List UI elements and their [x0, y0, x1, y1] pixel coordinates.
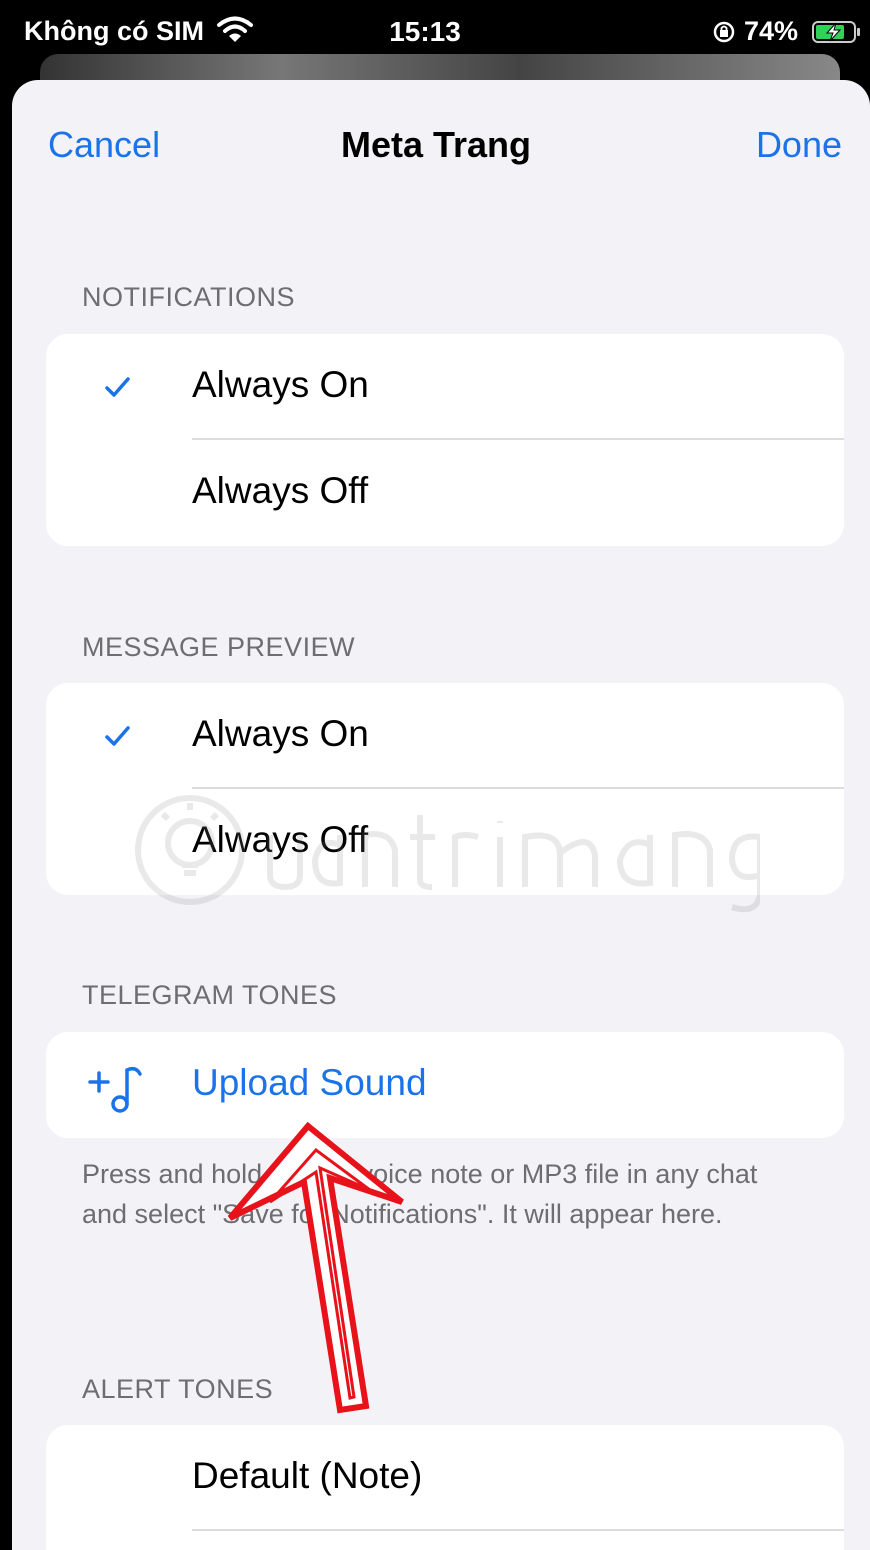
option-label: Always Off: [192, 470, 369, 511]
telegram-tones-header: TELEGRAM TONES: [82, 980, 338, 1010]
message-preview-option-always-on[interactable]: Always On: [46, 683, 844, 789]
battery-percent: 74%: [744, 16, 799, 46]
option-label: Always Off: [192, 819, 369, 860]
add-music-icon: [88, 1066, 142, 1113]
upload-sound-label: Upload Sound: [192, 1062, 427, 1103]
nav-bar: Cancel Meta Trang Done: [12, 120, 870, 180]
notification-settings-sheet: Cancel Meta Trang Done NOTIFICATIONS Alw…: [12, 80, 870, 1550]
checkmark-icon: [105, 377, 130, 397]
option-label: Default (Note): [192, 1455, 423, 1496]
notifications-option-always-off[interactable]: Always Off: [46, 440, 844, 546]
alert-tone-option-default-note[interactable]: Default (Note): [46, 1425, 844, 1531]
message-preview-option-always-off[interactable]: Always Off: [46, 789, 844, 895]
telegram-tones-footer: Press and hold a short voice note or MP3…: [82, 1159, 758, 1229]
battery-charging-icon: [812, 21, 860, 43]
notifications-card: Always On Always Off: [46, 334, 844, 546]
option-label: Always On: [192, 364, 369, 405]
notifications-option-always-on[interactable]: Always On: [46, 334, 844, 440]
message-preview-card: Always On Always Off: [46, 683, 844, 895]
alert-tones-header: ALERT TONES: [82, 1374, 274, 1404]
option-label: Always On: [192, 713, 369, 754]
page-title: Meta Trang: [340, 124, 532, 165]
checkmark-icon: [105, 726, 130, 746]
clock: 15:13: [389, 16, 461, 47]
telegram-tones-card: Upload Sound: [46, 1032, 844, 1138]
orientation-lock-icon: [713, 21, 735, 43]
upload-sound-button[interactable]: Upload Sound: [46, 1032, 844, 1138]
done-button[interactable]: Done: [756, 124, 842, 166]
message-preview-header: MESSAGE PREVIEW: [82, 632, 356, 662]
alert-tones-card: Default (Note): [46, 1425, 844, 1550]
notifications-header: NOTIFICATIONS: [82, 282, 295, 312]
